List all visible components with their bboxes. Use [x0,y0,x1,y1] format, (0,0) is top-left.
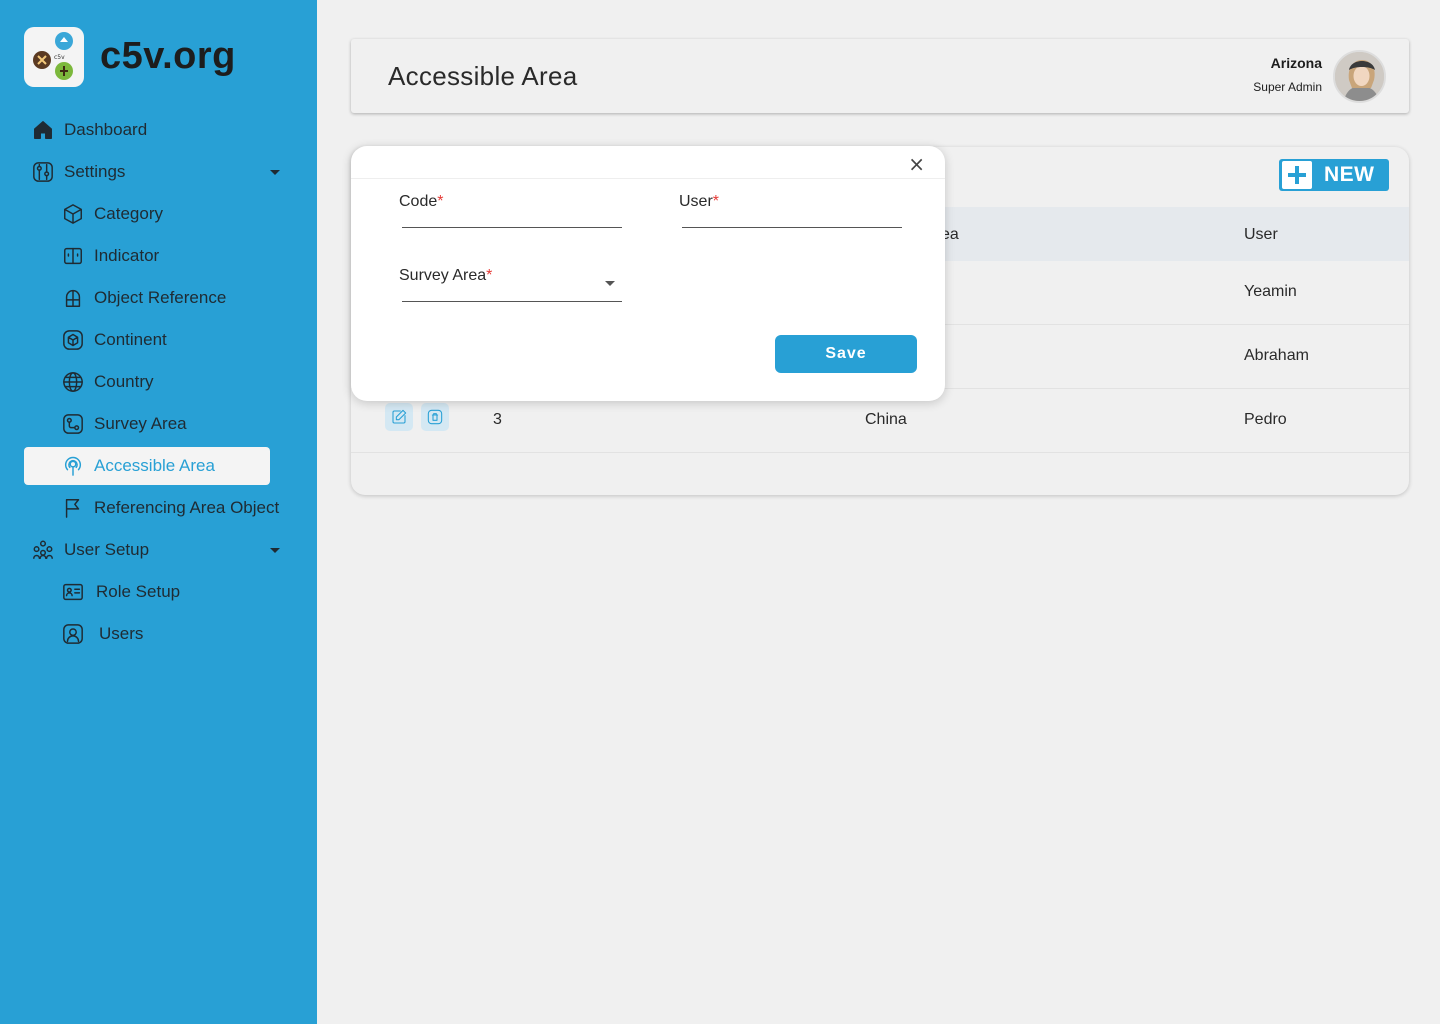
sidebar-item-settings[interactable]: Settings [32,153,292,191]
sidebar-item-label: Referencing Area Object [94,498,280,517]
new-button[interactable]: NEW [1279,159,1389,191]
continent-icon [62,329,84,351]
sidebar-item-label: Country [94,372,154,391]
users-icon [32,539,54,561]
object-icon [62,287,84,309]
avatar[interactable] [1333,50,1386,103]
sidebar-item-role-setup[interactable]: Role Setup [62,573,180,611]
chevron-down-icon [270,548,280,553]
user-name: Arizona [1270,55,1322,71]
cell-user: Yeamin [1244,283,1297,300]
sidebar-item-accessible-area[interactable]: Accessible Area [24,447,270,485]
close-icon: × [908,152,925,176]
id-card-icon [62,581,84,603]
indicator-icon [62,245,84,267]
sidebar-item-label: Users [99,624,144,643]
sidebar-item-label: Accessible Area [94,456,215,475]
cell-code: 3 [493,411,502,428]
sidebar-item-indicator[interactable]: Indicator [62,237,159,275]
survey-icon [62,413,84,435]
code-input[interactable] [402,203,622,227]
sidebar-item-object-reference[interactable]: Object Reference [62,279,226,317]
column-header-user: User [1244,226,1278,243]
home-icon [32,119,54,141]
sidebar-item-referencing-area-object[interactable]: Referencing Area Object [62,489,279,527]
save-button[interactable]: Save [775,335,917,373]
modal-divider [351,178,945,179]
chevron-down-icon [270,170,280,175]
close-button[interactable]: × [908,152,925,176]
user-input[interactable] [682,203,902,227]
accessible-area-modal: × Code* User* Survey Area* Save [351,146,945,401]
sidebar-item-dashboard[interactable]: Dashboard [32,111,147,149]
plus-icon [1282,161,1312,189]
survey-area-select[interactable] [402,274,622,301]
user-underline [682,227,902,228]
cell-user: Pedro [1244,411,1287,428]
sidebar-item-label: Indicator [94,246,160,265]
chevron-down-icon [605,281,615,286]
edit-icon [391,409,407,425]
sidebar-item-category[interactable]: Category [62,195,163,233]
logo: c5v [24,27,84,87]
cell-user: Abraham [1244,347,1309,364]
cube-icon [62,203,84,225]
user-icon [62,623,84,645]
survey-area-underline [402,301,622,302]
sidebar-item-label: User Setup [64,540,150,559]
code-underline [402,227,622,228]
flag-icon [62,497,84,519]
sidebar-item-label: Category [94,204,163,223]
sidebar-item-label: Dashboard [64,120,148,139]
sidebar-item-label: Settings [64,162,126,181]
sidebar-item-label: Role Setup [96,582,181,601]
page-title: Accessible Area [388,61,578,91]
delete-button[interactable] [421,403,449,431]
trash-icon [427,409,443,425]
brand-name: c5v.org [100,35,236,77]
svg-text:c5v: c5v [54,54,65,61]
edit-button[interactable] [385,403,413,431]
cell-area: China [865,411,907,428]
user-role: Super Admin [1253,80,1322,94]
sidebar-item-users[interactable]: Users [62,615,143,653]
sidebar-item-user-setup[interactable]: User Setup [32,531,292,569]
sidebar-item-label: Survey Area [94,414,187,433]
sidebar-item-label: Continent [94,330,167,349]
globe-icon [62,371,84,393]
new-button-label: NEW [1324,163,1375,186]
sidebar-item-survey-area[interactable]: Survey Area [62,405,187,443]
page-header: Accessible Area Arizona Super Admin [351,39,1409,113]
location-icon [62,455,84,477]
sidebar-item-country[interactable]: Country [62,363,154,401]
sidebar: c5v c5v.org Dashboard Settings Category … [0,0,317,1024]
settings-icon [32,161,54,183]
sidebar-item-label: Object Reference [94,288,227,307]
sidebar-item-continent[interactable]: Continent [62,321,167,359]
